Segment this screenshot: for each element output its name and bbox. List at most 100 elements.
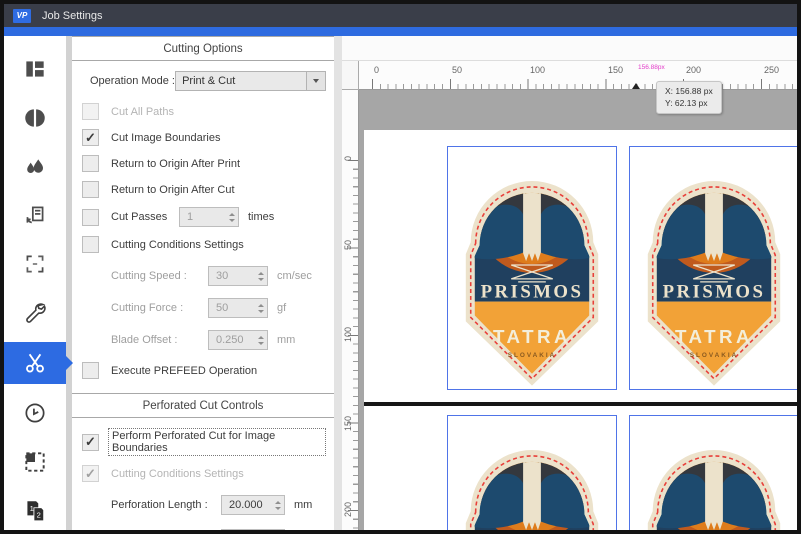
- label-object[interactable]: [629, 146, 797, 390]
- job-settings-window: VP Job Settings: [0, 0, 801, 534]
- spinner-buttons[interactable]: [272, 496, 284, 514]
- vertical-ruler[interactable]: 0 50 100 150 200: [342, 90, 359, 530]
- label-object[interactable]: [629, 415, 797, 530]
- sidebar-item-layout[interactable]: [4, 50, 66, 89]
- perforation-length-unit: mm: [294, 499, 312, 511]
- h-ruler-tick-label: 50: [452, 65, 462, 75]
- title-bar: VP Job Settings: [4, 4, 797, 27]
- cursor-marker-icon: [632, 83, 640, 89]
- preview-area: 0 50 100 150 200 250 156.88px 0 50 100 1…: [342, 36, 797, 530]
- perforation-length-input[interactable]: 20.000: [221, 495, 285, 515]
- perform-perforated-cut-checkbox[interactable]: ✓: [82, 434, 99, 451]
- prismos-tatra-label: [630, 147, 797, 389]
- h-ruler-tick-label: 150: [608, 65, 623, 75]
- operation-mode-value: Print & Cut: [176, 72, 306, 90]
- cursor-position-label: 156.88px: [638, 64, 665, 71]
- cutting-force-label: Cutting Force :: [111, 302, 208, 314]
- cutting-force-input[interactable]: 50: [208, 298, 268, 318]
- perforation-force-input[interactable]: 150: [221, 529, 285, 530]
- cutting-conditions-checkbox[interactable]: [82, 236, 99, 253]
- cut-passes-label: Cut Passes: [111, 211, 171, 223]
- sidebar-item-cropmarks[interactable]: [4, 245, 66, 284]
- cutting-force-unit: gf: [277, 302, 286, 314]
- return-origin-cut-checkbox[interactable]: [82, 181, 99, 198]
- pages-icon: 1 2: [22, 498, 48, 524]
- ruler-major-ticks: [348, 160, 358, 530]
- sidebar-item-schedule[interactable]: [4, 394, 66, 433]
- return-origin-print-label: Return to Origin After Print: [111, 158, 240, 170]
- h-ruler-tick-label: 0: [374, 65, 379, 75]
- sidebar-item-copies[interactable]: [4, 196, 66, 235]
- tool-sidebar: 1 2: [4, 36, 66, 530]
- contrast-icon: [22, 105, 48, 131]
- cutting-options-panel: Cutting Options Operation Mode : Print &…: [72, 36, 334, 530]
- sidebar-item-ink[interactable]: [4, 147, 66, 186]
- sidebar-item-color[interactable]: [4, 99, 66, 138]
- chevron-down-icon: [313, 79, 319, 83]
- cut-image-boundaries-checkbox[interactable]: ✓: [82, 129, 99, 146]
- copy-refresh-icon: [22, 202, 48, 228]
- perform-perforated-cut-label: Perform Perforated Cut for Image Boundar…: [108, 428, 326, 456]
- h-ruler-tick-label: 200: [686, 65, 701, 75]
- return-origin-print-checkbox[interactable]: [82, 155, 99, 172]
- ruler-corner: [342, 61, 359, 90]
- sidebar-item-settings[interactable]: [4, 293, 66, 332]
- blade-offset-unit: mm: [277, 334, 295, 346]
- cutting-speed-label: Cutting Speed :: [111, 270, 208, 282]
- h-ruler-tick-label: 100: [530, 65, 545, 75]
- cut-all-paths-checkbox[interactable]: [82, 103, 99, 120]
- horizontal-ruler[interactable]: 0 50 100 150 200 250 156.88px: [359, 61, 797, 90]
- wrench-icon: [22, 299, 48, 325]
- svg-text:2: 2: [37, 510, 41, 519]
- panel-divider: [334, 36, 342, 530]
- label-object[interactable]: [447, 146, 617, 390]
- cut-passes-input[interactable]: 1: [179, 207, 239, 227]
- sidebar-item-pages[interactable]: 1 2: [4, 491, 66, 530]
- spinner-buttons[interactable]: [255, 299, 267, 317]
- ruler-major-ticks: [372, 79, 797, 89]
- clock-icon: [22, 400, 48, 426]
- operation-mode-select[interactable]: Print & Cut: [175, 71, 326, 91]
- tooltip-x: X: 156.88 px: [665, 85, 713, 97]
- execute-prefeed-label: Execute PREFEED Operation: [111, 365, 257, 377]
- blade-offset-input[interactable]: 0.250: [208, 330, 268, 350]
- window-title: Job Settings: [42, 10, 103, 22]
- return-origin-cut-label: Return to Origin After Cut: [111, 184, 235, 196]
- execute-prefeed-checkbox[interactable]: [82, 362, 99, 379]
- cut-all-paths-label: Cut All Paths: [111, 106, 174, 118]
- perforated-conditions-label: Cutting Conditions Settings: [111, 468, 244, 480]
- label-object[interactable]: [447, 415, 617, 530]
- sidebar-item-cutting[interactable]: [4, 342, 66, 384]
- cut-passes-checkbox[interactable]: [82, 209, 99, 226]
- cursor-coordinates-tooltip: X: 156.88 px Y: 62.13 px: [656, 81, 722, 114]
- cutting-conditions-label: Cutting Conditions Settings: [111, 239, 244, 251]
- perforated-conditions-checkbox[interactable]: ✓: [82, 465, 99, 482]
- spinner-buttons[interactable]: [255, 267, 267, 285]
- ink-drops-icon: [22, 154, 48, 180]
- operation-mode-label: Operation Mode :: [90, 75, 175, 87]
- cutting-speed-unit: cm/sec: [277, 270, 312, 282]
- app-logo: VP: [13, 9, 31, 23]
- layout-icon: [22, 56, 48, 82]
- perforation-length-label: Perforation Length :: [111, 499, 221, 511]
- cutting-speed-input[interactable]: 30: [208, 266, 268, 286]
- prismos-tatra-label: [448, 416, 616, 530]
- spinner-buttons[interactable]: [255, 331, 267, 349]
- blade-offset-label: Blade Offset :: [111, 334, 208, 346]
- sidebar-item-marks[interactable]: [4, 443, 66, 482]
- registration-marks-icon: [22, 449, 48, 475]
- svg-text:1: 1: [30, 504, 34, 513]
- perforated-cut-header: Perforated Cut Controls: [72, 393, 334, 418]
- accent-strip: [4, 27, 797, 36]
- cutting-options-header: Cutting Options: [72, 36, 334, 61]
- cut-passes-suffix: times: [248, 211, 274, 223]
- prismos-tatra-label: [630, 416, 797, 530]
- cut-image-boundaries-label: Cut Image Boundaries: [111, 132, 220, 144]
- spinner-buttons[interactable]: [226, 208, 238, 226]
- h-ruler-tick-label: 250: [764, 65, 779, 75]
- combo-dropdown-button[interactable]: [306, 72, 325, 90]
- preview-toolbar: [342, 36, 797, 61]
- crop-marks-icon: [22, 251, 48, 277]
- layout-canvas[interactable]: [359, 90, 797, 530]
- scissors-icon: [22, 350, 48, 376]
